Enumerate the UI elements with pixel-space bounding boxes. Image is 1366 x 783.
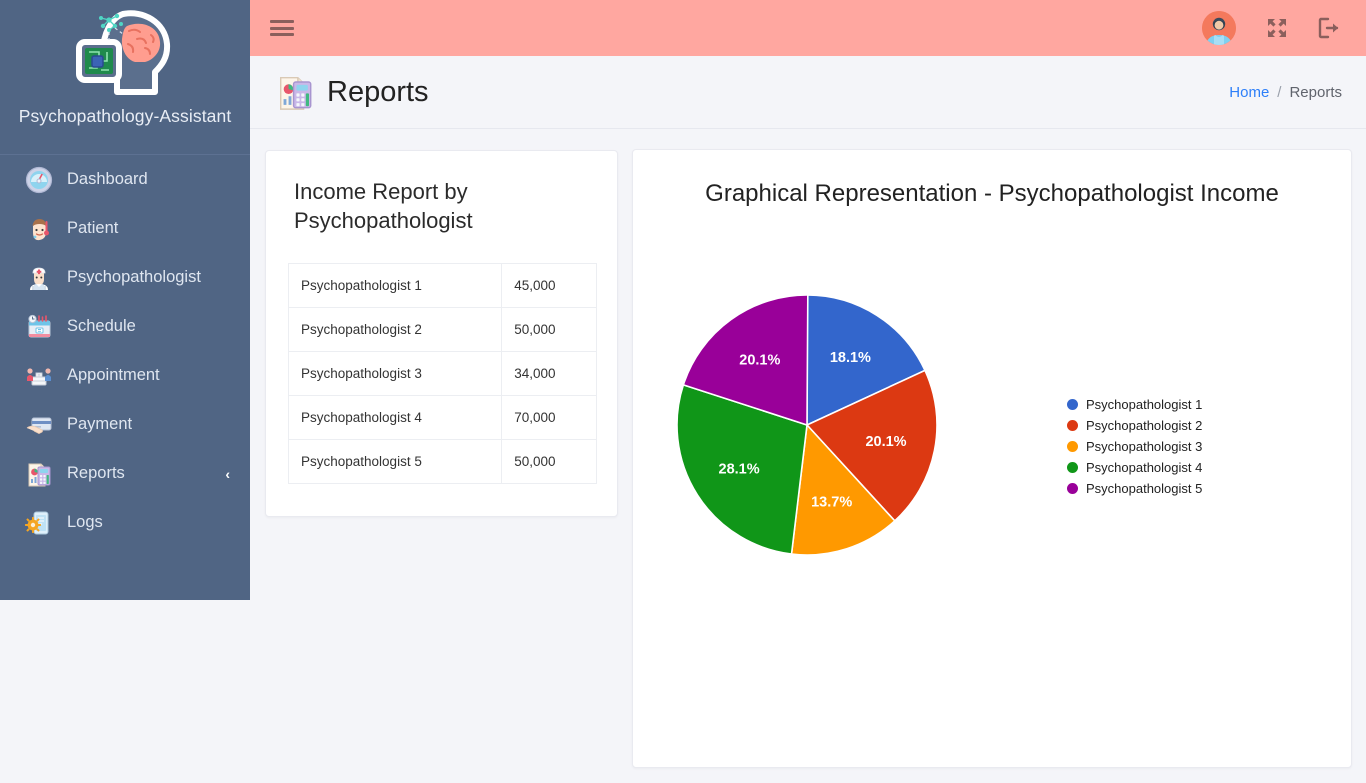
table-row: Psychopathologist 2 50,000 — [287, 307, 597, 353]
legend-label: Psychopathologist 3 — [1086, 439, 1203, 454]
income-report-title: Income Report by Psychopathologist — [294, 179, 473, 233]
table-row: Psychopathologist 5 50,000 — [287, 439, 597, 485]
legend-color-dot — [1067, 483, 1078, 494]
topbar-actions — [1202, 11, 1340, 45]
legend-color-dot — [1067, 441, 1078, 452]
income-value-cell: 45,000 — [501, 263, 597, 309]
sidebar-item-label: Payment — [67, 415, 133, 433]
topbar — [250, 0, 1366, 56]
psychopathologist-name-cell: Psychopathologist 4 — [287, 395, 503, 441]
table-row: Psychopathologist 1 45,000 — [287, 263, 597, 309]
income-report-card: Income Report by Psychopathologist Psych… — [265, 150, 618, 517]
sidebar-item-schedule[interactable]: Schedule — [0, 302, 250, 351]
sidebar-item-logs[interactable]: Logs — [0, 498, 250, 547]
pie-slice-percentage: 20.1% — [865, 434, 906, 450]
sidebar-item-label: Dashboard — [67, 170, 148, 188]
sidebar-item-label: Logs — [67, 513, 103, 531]
psychopathologist-name-cell: Psychopathologist 3 — [287, 351, 503, 397]
pie-slice-percentage: 13.7% — [811, 495, 852, 511]
doctor-icon — [24, 263, 54, 293]
phone-gear-icon — [24, 508, 54, 538]
psychopathologist-name-cell: Psychopathologist 2 — [287, 307, 503, 353]
chart-title: Graphical Representation - Psychopatholo… — [705, 180, 1279, 207]
chart-card: Graphical Representation - Psychopatholo… — [632, 149, 1352, 768]
sidebar-item-psychopathologist[interactable]: Psychopathologist — [0, 253, 250, 302]
user-avatar-icon[interactable] — [1202, 11, 1236, 45]
sidebar-item-appointment[interactable]: Appointment — [0, 351, 250, 400]
legend-item[interactable]: Psychopathologist 1 — [1067, 394, 1202, 415]
sidebar-item-label: Appointment — [67, 366, 160, 384]
pie-slice-percentage: 18.1% — [830, 350, 871, 366]
patient-face-icon — [24, 214, 54, 244]
brain-head-chip-icon — [76, 10, 171, 95]
psychopathologist-name-cell: Psychopathologist 1 — [287, 263, 503, 309]
legend-label: Psychopathologist 1 — [1086, 397, 1203, 412]
psychopathologist-name-cell: Psychopathologist 5 — [287, 439, 503, 485]
legend-color-dot — [1067, 399, 1078, 410]
gauge-icon — [24, 165, 54, 195]
pie-slice-percentage: 28.1% — [719, 461, 760, 477]
page-title-block: Reports — [275, 72, 429, 112]
breadcrumb-current: Reports — [1289, 83, 1342, 101]
report-chart-icon — [24, 459, 54, 489]
appointment-desk-icon — [24, 361, 54, 391]
income-table: Psychopathologist 1 45,000 Psychopathologi… — [287, 263, 597, 485]
legend-item[interactable]: Psychopathologist 4 — [1067, 457, 1202, 478]
legend-label: Psychopathologist 4 — [1086, 460, 1203, 475]
page-title: Reports — [327, 75, 429, 108]
expand-arrows-icon[interactable] — [1266, 17, 1288, 39]
breadcrumb-separator: / — [1277, 83, 1282, 101]
sidebar: Psychopathology-Assistant Dashboard Pati… — [0, 0, 250, 600]
chart-legend: Psychopathologist 1 Psychopathologist 2 Ps… — [1067, 394, 1202, 499]
brand-block[interactable]: Psychopathology-Assistant — [0, 0, 250, 155]
calendar-clock-icon — [24, 312, 54, 342]
report-chart-icon — [280, 77, 312, 110]
sidebar-item-dashboard[interactable]: Dashboard — [0, 155, 250, 204]
income-value-cell: 70,000 — [501, 395, 597, 441]
income-value-cell: 34,000 — [501, 351, 597, 397]
sidebar-item-payment[interactable]: Payment — [0, 400, 250, 449]
pie-slice-percentage: 20.1% — [739, 353, 780, 369]
legend-label: Psychopathologist 5 — [1086, 481, 1203, 496]
logout-icon[interactable] — [1318, 17, 1340, 39]
credit-card-icon — [24, 410, 54, 440]
legend-item[interactable]: Psychopathologist 2 — [1067, 415, 1202, 436]
income-value-cell: 50,000 — [501, 439, 597, 485]
breadcrumb: Home / Reports — [1229, 84, 1342, 101]
hamburger-icon[interactable] — [270, 18, 294, 38]
sidebar-item-label: Psychopathologist — [67, 268, 201, 286]
legend-item[interactable]: Psychopathologist 3 — [1067, 436, 1202, 457]
sidebar-item-label: Patient — [67, 219, 119, 237]
legend-color-dot — [1067, 420, 1078, 431]
legend-item[interactable]: Psychopathologist 5 — [1067, 478, 1202, 499]
chevron-left-icon[interactable]: ‹ — [225, 467, 230, 481]
sidebar-item-reports[interactable]: Reports ‹ — [0, 449, 250, 498]
sidebar-item-label: Reports — [67, 464, 125, 482]
income-pie-chart[interactable]: 18.1% 20.1% 13.7% 28.1% 20.1% — [655, 278, 1075, 658]
breadcrumb-home[interactable]: Home — [1229, 84, 1269, 101]
page-header: Reports Home / Reports — [250, 56, 1366, 129]
income-value-cell: 50,000 — [501, 307, 597, 353]
table-row: Psychopathologist 3 34,000 — [287, 351, 597, 397]
table-row: Psychopathologist 4 70,000 — [287, 395, 597, 441]
chart-area: 18.1% 20.1% 13.7% 28.1% 20.1% Psychopatholog… — [633, 208, 1351, 728]
sidebar-item-label: Schedule — [67, 317, 136, 335]
sidebar-item-patient[interactable]: Patient — [0, 204, 250, 253]
legend-label: Psychopathologist 2 — [1086, 418, 1203, 433]
legend-color-dot — [1067, 462, 1078, 473]
brand-name: Psychopathology-Assistant — [18, 106, 232, 126]
